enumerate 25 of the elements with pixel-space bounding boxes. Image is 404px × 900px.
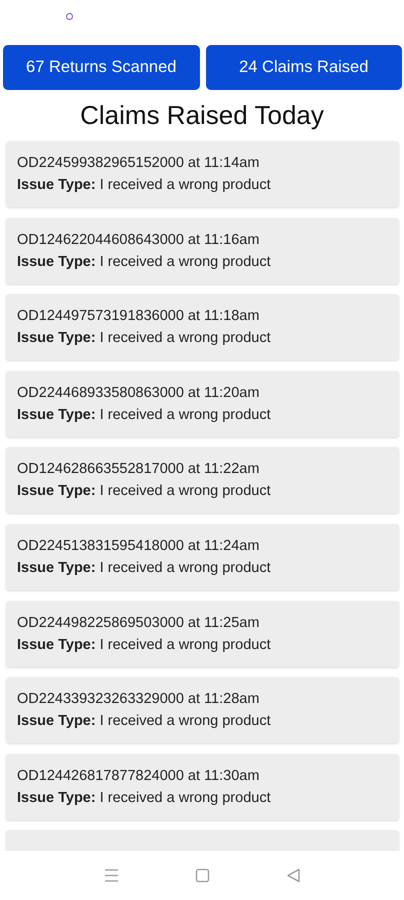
menu-icon[interactable] [104, 868, 118, 883]
section-title: Claims Raised Today [80, 99, 324, 132]
issue-type-line: Issue Type: I received a wrong product [17, 252, 272, 272]
order-line: OD124622044608643000 at 11:16am [17, 230, 260, 250]
issue-type-line: Issue Type: I received a wrong product [17, 176, 272, 195]
order-line: OD224513831595418000 at 11:24am [17, 536, 260, 556]
order-line: OD124628663552817000 at 11:22am [17, 460, 260, 480]
issue-type-line: Issue Type: I received a wrong product [17, 329, 272, 348]
square-icon[interactable] [194, 868, 210, 883]
notification-dot [66, 13, 73, 20]
issue-type-line: Issue Type: I received a wrong product [17, 636, 272, 655]
order-line: OD224339323263329000 at 11:28am [17, 690, 260, 710]
back-icon[interactable] [286, 868, 300, 883]
stat-button[interactable]: 67 Returns Scanned [3, 45, 200, 90]
order-line: OD224599382965152000 at 11:14am [17, 154, 260, 173]
issue-type-line: Issue Type: I received a wrong product [17, 712, 272, 732]
issue-type-line: Issue Type: I received a wrong product [17, 558, 272, 578]
stat-button[interactable]: 24 Claims Raised [206, 45, 402, 90]
issue-type-line: Issue Type: I received a wrong product [17, 482, 272, 502]
order-line: OD224468933580863000 at 11:20am [17, 384, 260, 403]
order-line: OD124426817877824000 at 11:30am [17, 766, 260, 786]
order-line: OD124497573191836000 at 11:18am [17, 307, 260, 326]
issue-type-line: Issue Type: I received a wrong product [17, 406, 272, 425]
order-line: OD224498225869503000 at 11:25am [17, 614, 260, 633]
issue-type-line: Issue Type: I received a wrong product [17, 788, 272, 808]
